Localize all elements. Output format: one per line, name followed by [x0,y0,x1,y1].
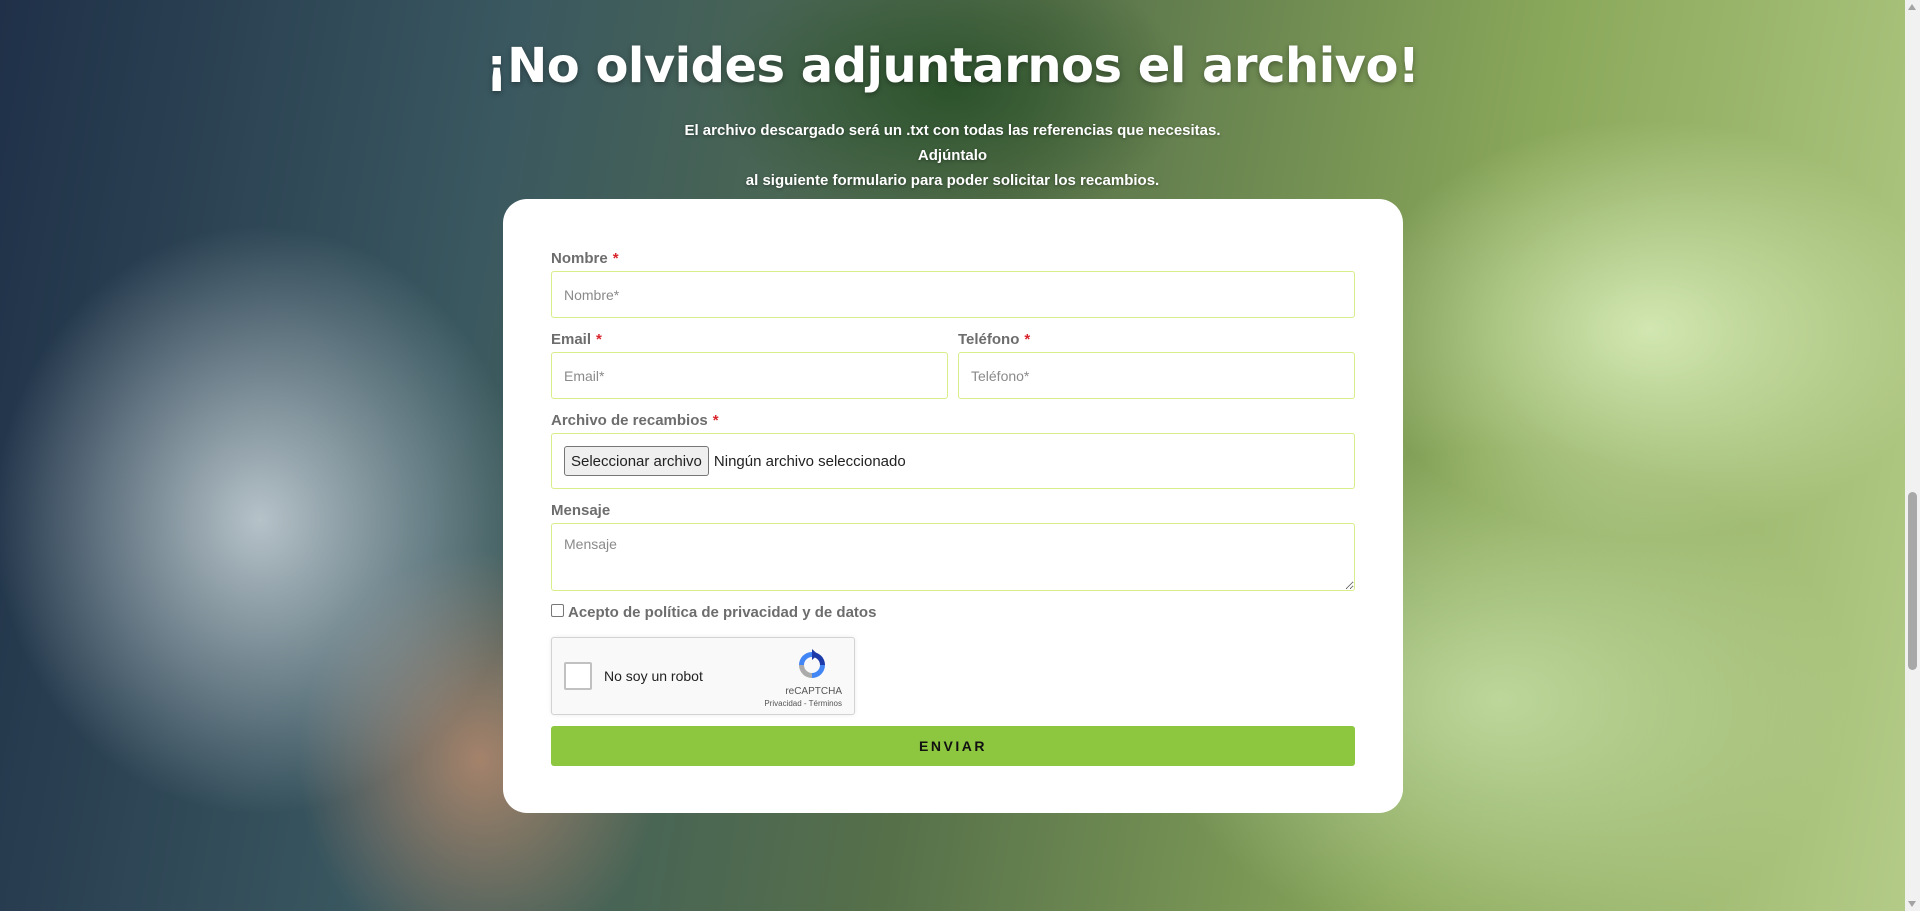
recaptcha-checkbox[interactable] [564,662,592,690]
recaptcha-logo-icon [799,649,825,678]
email-input[interactable] [551,352,948,399]
select-file-button[interactable]: Seleccionar archivo [564,446,709,476]
nombre-label-text: Nombre [551,250,608,267]
subtitle-line-2: al siguiente formulario para poder solic… [745,172,1160,189]
telefono-required-mark: * [1024,331,1031,348]
page-subtitle: El archivo descargado será un .txt con t… [650,118,1255,193]
scroll-up-arrow-icon[interactable] [1908,4,1916,10]
recaptcha-label: No soy un robot [604,668,703,684]
subtitle-line-1: El archivo descargado será un .txt con t… [684,122,1221,164]
email-required-mark: * [596,331,602,348]
recaptcha-links[interactable]: Privacidad - Términos [764,699,842,708]
recaptcha-brand: reCAPTCHA [785,686,842,697]
archivo-required-mark: * [712,412,719,429]
submit-button[interactable]: ENVIAR [551,726,1355,766]
telefono-label: Teléfono * [958,331,1030,348]
mensaje-label: Mensaje [551,502,610,519]
privacy-label: Acepto de política de privacidad y de da… [568,604,877,621]
page-scrollbar[interactable] [1905,0,1920,911]
archivo-label: Archivo de recambios * [551,412,719,429]
scrollbar-thumb[interactable] [1908,492,1917,670]
telefono-label-text: Teléfono [958,331,1020,348]
email-label: Email * [551,331,602,348]
email-label-text: Email [551,331,592,348]
contact-form-card: Nombre* Email* Teléfono* Archivo de reca… [503,199,1403,813]
mensaje-textarea[interactable] [551,523,1355,591]
archivo-label-text: Archivo de recambios [551,412,708,429]
nombre-required-mark: * [612,250,619,267]
recaptcha-widget: No soy un robot reCAPTCHA Privacidad - T… [551,637,855,715]
scroll-down-arrow-icon[interactable] [1908,901,1916,907]
page-title: ¡No olvides adjuntarnos el archivo! [485,38,1420,94]
telefono-input[interactable] [958,352,1355,399]
privacy-row: Acepto de política de privacidad y de da… [551,604,876,621]
mensaje-label-text: Mensaje [551,502,611,519]
nombre-label: Nombre * [551,250,619,267]
privacy-checkbox[interactable] [551,604,564,617]
file-status-text: Ningún archivo seleccionado [713,452,906,470]
file-upload-field: Seleccionar archivo Ningún archivo selec… [551,433,1355,489]
nombre-input[interactable] [551,271,1355,318]
